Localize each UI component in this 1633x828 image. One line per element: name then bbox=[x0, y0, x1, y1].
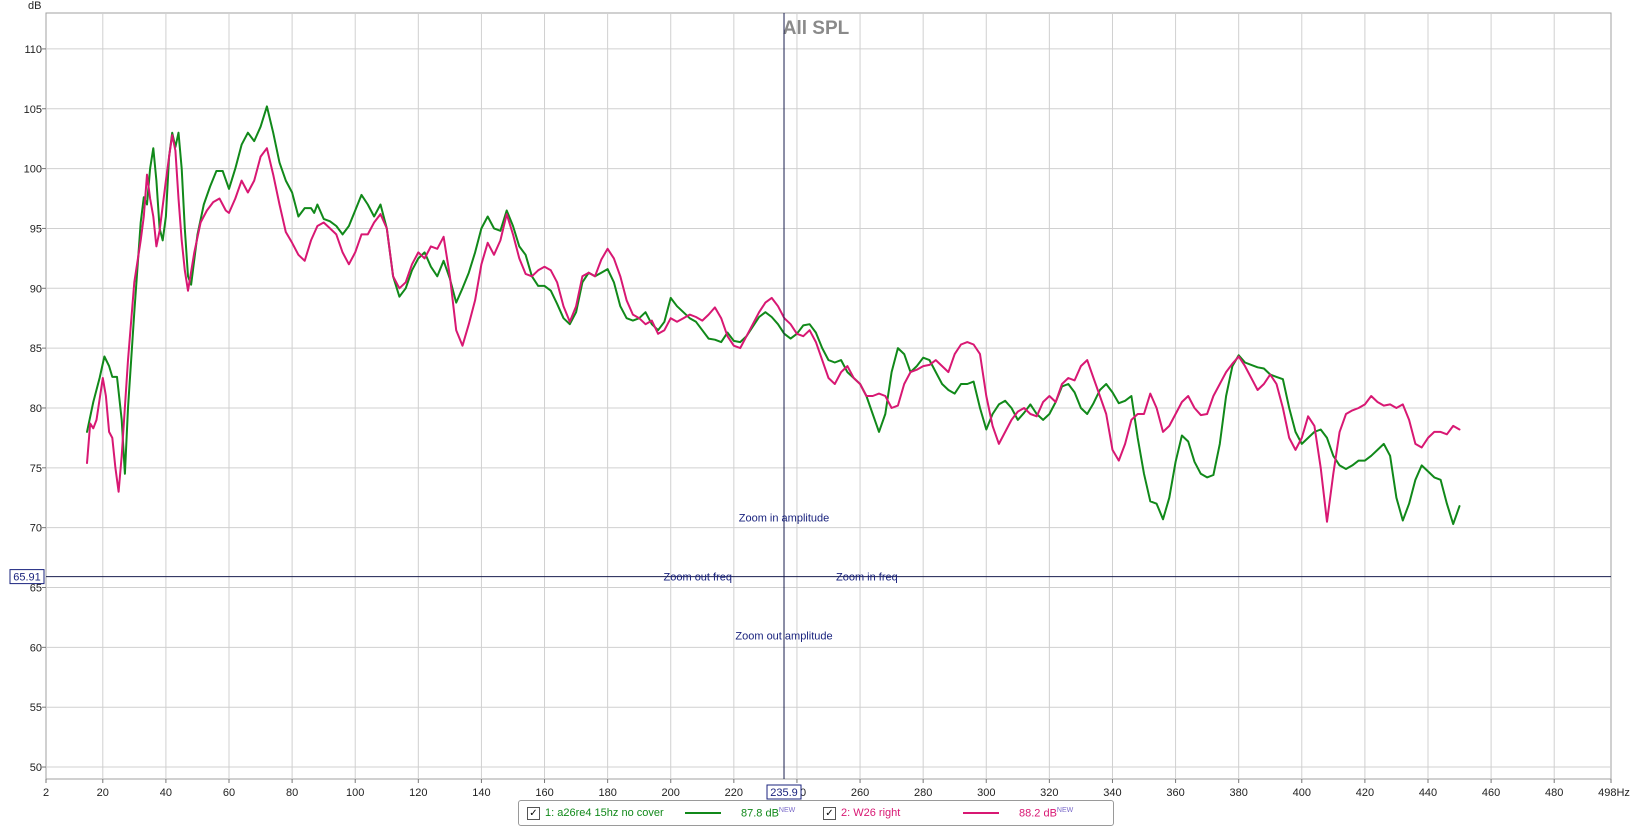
y-axis-unit-label: dB bbox=[28, 0, 41, 12]
y-tick-label: 90 bbox=[30, 283, 42, 295]
x-tick-label: 120 bbox=[409, 787, 427, 799]
x-tick-label: 160 bbox=[535, 787, 553, 799]
x-tick-label: 280 bbox=[914, 787, 932, 799]
x-tick-label: 480 bbox=[1545, 787, 1563, 799]
series-2-level: 88.2 dBNEW bbox=[1019, 807, 1073, 820]
y-tick-label: 95 bbox=[30, 223, 42, 235]
y-tick-label: 110 bbox=[24, 44, 42, 56]
series-2-name: 2: W26 right bbox=[841, 807, 901, 819]
x-tick-label: 200 bbox=[662, 787, 680, 799]
y-tick-label: 65 bbox=[30, 583, 42, 595]
x-tick-labels: 2204060801001201401601802002202402602803… bbox=[43, 787, 1630, 799]
plot-frame bbox=[45, 12, 1612, 780]
x-tick-label: 498Hz bbox=[1598, 787, 1630, 799]
chart-title: All SPL bbox=[783, 18, 850, 39]
y-tick-label: 100 bbox=[24, 164, 42, 176]
y-tick-label: 75 bbox=[30, 463, 42, 475]
series-1-level: 87.8 dBNEW bbox=[741, 807, 795, 820]
zoom-in-amplitude[interactable]: Zoom in amplitude bbox=[739, 513, 830, 525]
series-1-new-badge: NEW bbox=[778, 806, 796, 814]
x-tick-label: 80 bbox=[286, 787, 298, 799]
x-tick-label: 220 bbox=[725, 787, 743, 799]
series-1-name: 1: a26re4 15hz no cover bbox=[545, 807, 664, 819]
x-tick-label: 40 bbox=[160, 787, 172, 799]
cursor-level-readout: 65.91 bbox=[9, 569, 45, 585]
legend-entry-series-1[interactable]: ✓ 1: a26re4 15hz no cover 87.8 dBNEW bbox=[519, 801, 815, 825]
x-tick-label: 360 bbox=[1166, 787, 1184, 799]
x-tick-label: 340 bbox=[1103, 787, 1121, 799]
x-tick-label: 400 bbox=[1293, 787, 1311, 799]
legend-entry-series-2[interactable]: ✓ 2: W26 right 88.2 dBNEW bbox=[815, 801, 1105, 825]
series-1-level-value: 87.8 dB bbox=[741, 807, 779, 820]
x-tick-label: 460 bbox=[1482, 787, 1500, 799]
y-tick-label: 105 bbox=[24, 104, 42, 116]
y-tick-label: 50 bbox=[30, 762, 42, 774]
x-tick-label: 20 bbox=[97, 787, 109, 799]
series-1-checkbox[interactable]: ✓ bbox=[527, 806, 540, 820]
x-tick-label: 300 bbox=[977, 787, 995, 799]
x-tick-label: 260 bbox=[851, 787, 869, 799]
x-tick-label: 2 bbox=[43, 787, 49, 799]
y-tick-label: 85 bbox=[30, 343, 42, 355]
zoom-in-freq[interactable]: Zoom in freq bbox=[836, 572, 898, 584]
zoom-out-amplitude[interactable]: Zoom out amplitude bbox=[735, 631, 832, 643]
x-tick-label: 140 bbox=[472, 787, 490, 799]
y-tick-label: 70 bbox=[30, 523, 42, 535]
series-2-swatch bbox=[963, 812, 999, 814]
cursor-freq-readout: 235.9 bbox=[766, 784, 802, 800]
y-tick-labels: 110 105 100 95 90 85 80 75 70 65 60 55 50 bbox=[24, 44, 42, 774]
y-tick-label: 80 bbox=[30, 403, 42, 415]
series-2-new-badge: NEW bbox=[1056, 806, 1074, 814]
zoom-out-freq[interactable]: Zoom out freq bbox=[664, 572, 732, 584]
x-tick-label: 100 bbox=[346, 787, 364, 799]
series-2-level-value: 88.2 dB bbox=[1019, 807, 1057, 820]
x-tick-label: 180 bbox=[598, 787, 616, 799]
x-tick-label: 320 bbox=[1040, 787, 1058, 799]
series-2-checkbox[interactable]: ✓ bbox=[823, 806, 836, 820]
cursor-level-value: 65.91 bbox=[13, 572, 41, 584]
y-tick-label: 55 bbox=[30, 702, 42, 714]
x-tick-label: 380 bbox=[1230, 787, 1248, 799]
spl-chart[interactable]: 11010510095908580757065605550 2 20 40 60 80 1… bbox=[0, 0, 1633, 828]
x-tick-label: 60 bbox=[223, 787, 235, 799]
cursor-freq-value: 235.9 bbox=[770, 787, 798, 799]
x-tick-label: 440 bbox=[1419, 787, 1437, 799]
x-tick-label: 420 bbox=[1356, 787, 1374, 799]
series-1-swatch bbox=[685, 812, 721, 814]
y-tick-label: 60 bbox=[30, 642, 42, 654]
chart-legend: ✓ 1: a26re4 15hz no cover 87.8 dBNEW ✓ 2… bbox=[518, 800, 1114, 826]
